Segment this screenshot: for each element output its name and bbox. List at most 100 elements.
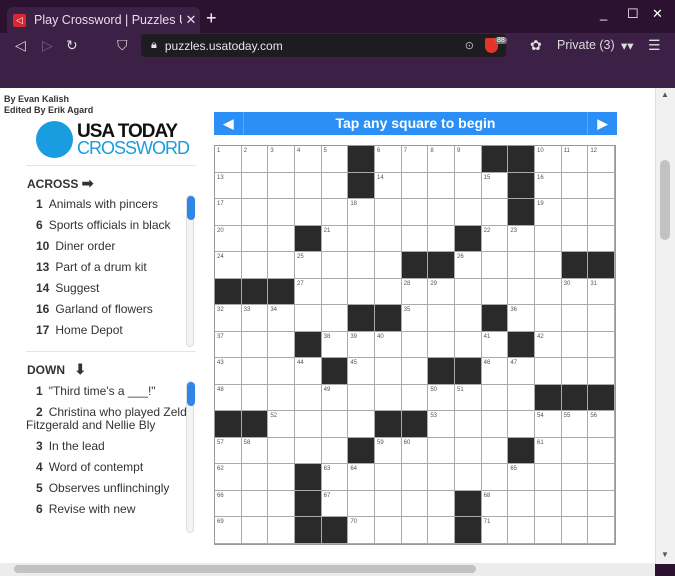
grid-square[interactable] [428, 490, 455, 518]
grid-square[interactable] [588, 490, 615, 518]
grid-square[interactable] [561, 517, 589, 544]
grid-square[interactable] [455, 172, 482, 200]
clue-item[interactable]: 1 Animals with pincers [26, 198, 196, 211]
grid-square[interactable] [295, 384, 322, 412]
grid-square[interactable]: 29 [428, 278, 455, 306]
grid-square[interactable]: 12 [588, 146, 615, 173]
clue-item[interactable]: 14 Suggest [26, 282, 196, 295]
clue-item[interactable]: 17 Home Depot [26, 324, 196, 337]
crossword-grid[interactable]: 1 2 3 4 5 6 7 8 9 10 11 12 13 14 15 16 17 18 19 20 21 22 23 24 2… [214, 145, 616, 545]
grid-square[interactable] [401, 490, 429, 518]
grid-square[interactable] [401, 172, 429, 200]
scroll-up-icon[interactable]: ▲ [661, 90, 669, 99]
grid-square[interactable] [375, 199, 402, 226]
grid-square[interactable]: 10 [535, 146, 562, 173]
grid-square[interactable] [508, 384, 535, 412]
grid-square[interactable] [295, 172, 322, 200]
grid-square[interactable] [401, 517, 429, 544]
grid-square[interactable] [268, 437, 295, 465]
grid-square[interactable]: 14 [375, 172, 402, 200]
grid-square[interactable] [588, 225, 615, 253]
grid-square[interactable] [535, 517, 562, 544]
grid-square[interactable] [375, 252, 402, 279]
grid-square[interactable] [455, 199, 482, 226]
prev-clue-arrow-icon[interactable]: ◀ [214, 112, 244, 135]
grid-square[interactable]: 6 [375, 146, 402, 173]
grid-square[interactable] [241, 225, 269, 253]
grid-square[interactable] [321, 278, 349, 306]
grid-square[interactable] [428, 305, 455, 332]
grid-square[interactable] [241, 252, 269, 279]
grid-square[interactable]: 62 [215, 464, 242, 491]
grid-square[interactable]: 58 [241, 437, 269, 465]
grid-square[interactable]: 1 [215, 146, 242, 173]
grid-square[interactable]: 63 [321, 464, 349, 491]
maximize-icon[interactable]: ☐ [627, 6, 639, 22]
grid-square[interactable] [375, 464, 402, 491]
grid-square[interactable]: 21 [321, 225, 349, 253]
grid-square[interactable]: 30 [561, 278, 589, 306]
grid-square[interactable] [241, 517, 269, 544]
media-icon[interactable]: ⊙ [465, 39, 474, 52]
grid-square[interactable] [508, 517, 535, 544]
grid-square[interactable] [535, 278, 562, 306]
grid-square[interactable] [588, 437, 615, 465]
grid-square[interactable] [295, 199, 322, 226]
grid-square[interactable] [561, 199, 589, 226]
grid-square[interactable] [401, 384, 429, 412]
close-window-icon[interactable]: ✕ [652, 6, 663, 22]
grid-square[interactable] [481, 384, 509, 412]
grid-square[interactable] [455, 278, 482, 306]
grid-square[interactable] [561, 358, 589, 385]
grid-square[interactable] [375, 358, 402, 385]
grid-square[interactable]: 51 [455, 384, 482, 412]
grid-square[interactable] [561, 490, 589, 518]
grid-square[interactable] [348, 252, 375, 279]
grid-square[interactable] [321, 252, 349, 279]
clue-item[interactable]: 2 Christina who played Zelda Fitzgerald a… [26, 406, 196, 432]
grid-square[interactable]: 49 [321, 384, 349, 412]
grid-square[interactable] [375, 517, 402, 544]
grid-square[interactable] [321, 411, 349, 438]
grid-square[interactable] [481, 411, 509, 438]
grid-square[interactable]: 7 [401, 146, 429, 173]
grid-square[interactable] [588, 305, 615, 332]
grid-square[interactable] [401, 331, 429, 359]
grid-square[interactable] [535, 358, 562, 385]
grid-square[interactable] [401, 199, 429, 226]
private-windows-label[interactable]: Private (3) [557, 38, 615, 52]
extensions-icon[interactable]: ✿ [530, 37, 542, 54]
grid-square[interactable]: 13 [215, 172, 242, 200]
grid-square[interactable]: 69 [215, 517, 242, 544]
grid-square[interactable]: 37 [215, 331, 242, 359]
grid-square[interactable] [481, 199, 509, 226]
grid-square[interactable]: 39 [348, 331, 375, 359]
grid-square[interactable]: 36 [508, 305, 535, 332]
grid-square[interactable] [268, 331, 295, 359]
grid-square[interactable] [268, 252, 295, 279]
grid-square[interactable]: 52 [268, 411, 295, 438]
grid-square[interactable]: 11 [561, 146, 589, 173]
grid-square[interactable] [241, 199, 269, 226]
grid-square[interactable]: 66 [215, 490, 242, 518]
grid-square[interactable] [508, 490, 535, 518]
page-vertical-scroll-thumb[interactable] [660, 160, 670, 240]
forward-icon[interactable]: ▷ [42, 37, 53, 54]
clue-item[interactable]: 6 Revise with new [26, 503, 196, 516]
clue-item[interactable]: 3 In the lead [26, 440, 196, 453]
clue-item[interactable]: 1 "Third time's a ___!" [26, 385, 196, 398]
grid-square[interactable]: 71 [481, 517, 509, 544]
clue-item[interactable]: 5 Observes unflinchingly [26, 482, 196, 495]
grid-square[interactable] [321, 305, 349, 332]
browser-tab[interactable]: ◁ Play Crossword | Puzzles US ✕ [7, 7, 200, 33]
grid-square[interactable] [508, 278, 535, 306]
down-scroll-thumb[interactable] [187, 382, 195, 406]
grid-square[interactable] [588, 358, 615, 385]
grid-square[interactable]: 33 [241, 305, 269, 332]
grid-square[interactable] [241, 464, 269, 491]
grid-square[interactable]: 24 [215, 252, 242, 279]
grid-square[interactable] [428, 464, 455, 491]
grid-square[interactable] [481, 278, 509, 306]
grid-square[interactable]: 26 [455, 252, 482, 279]
grid-square[interactable]: 16 [535, 172, 562, 200]
